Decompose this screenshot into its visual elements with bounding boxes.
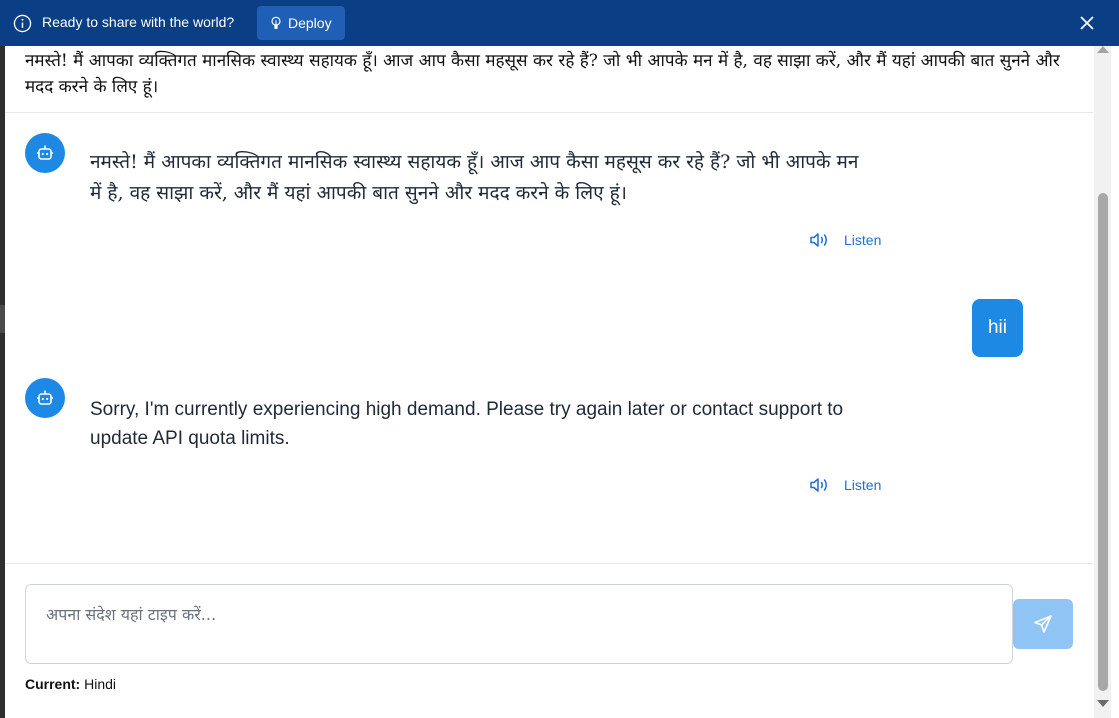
composer-divider [5, 563, 1093, 564]
bot-message-text: नमस्ते! मैं आपका व्यक्तिगत मानसिक स्वास्… [90, 151, 859, 204]
info-icon [13, 14, 32, 33]
deploy-icon [271, 16, 281, 29]
current-language: Current: Hindi [25, 676, 116, 692]
header-divider [5, 112, 1093, 113]
speaker-icon [810, 478, 827, 492]
deploy-banner: Ready to share with the world? Deploy [0, 0, 1119, 46]
bot-icon [37, 390, 53, 405]
bot-avatar [25, 133, 65, 173]
listen-button[interactable]: Listen [809, 232, 881, 248]
window-left-edge [0, 46, 5, 718]
banner-text: Ready to share with the world? [42, 14, 235, 30]
send-button[interactable] [1013, 599, 1073, 649]
bot-avatar [25, 378, 65, 418]
window-left-edge-mark [0, 305, 5, 333]
scroll-up-arrow-icon[interactable] [1097, 46, 1109, 53]
user-message-bubble: hii [972, 299, 1023, 357]
welcome-header-text: नमस्ते! मैं आपका व्यक्तिगत मानसिक स्वास्… [25, 51, 1060, 97]
send-icon [1034, 615, 1052, 633]
listen-label: Listen [844, 232, 882, 248]
close-icon[interactable] [1080, 16, 1094, 30]
deploy-label: Deploy [288, 15, 332, 31]
bot-message-text: Sorry, I'm currently experiencing high d… [90, 399, 844, 449]
current-language-label: Current: [25, 676, 81, 692]
listen-label: Listen [844, 477, 882, 493]
message-input[interactable] [25, 584, 1013, 664]
window-right-edge [1111, 46, 1119, 718]
speaker-icon [810, 233, 827, 247]
current-language-value: Hindi [84, 676, 117, 692]
scrollbar-thumb[interactable] [1098, 193, 1108, 691]
listen-button[interactable]: Listen [809, 477, 881, 493]
scroll-down-arrow-icon[interactable] [1097, 700, 1109, 707]
user-message-text: hii [987, 317, 1007, 338]
bot-icon [37, 145, 53, 160]
deploy-button[interactable]: Deploy [257, 6, 345, 40]
